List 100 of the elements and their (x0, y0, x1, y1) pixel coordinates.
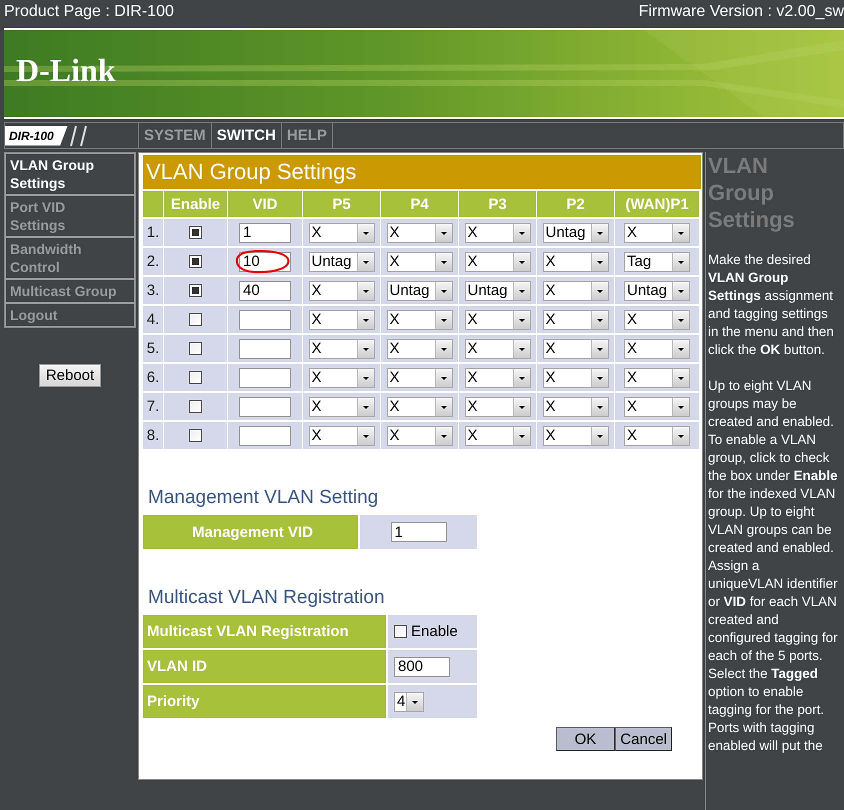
port-select[interactable]: X (624, 310, 690, 330)
sidebar-item[interactable]: Bandwidth Control (5, 237, 135, 279)
caret-icon (672, 398, 689, 416)
caret-icon (434, 426, 452, 444)
port-select[interactable]: X (308, 396, 374, 416)
column-header: Enable (163, 191, 227, 217)
port-select[interactable]: X (624, 368, 690, 388)
column-header: P4 (380, 191, 458, 217)
port-select[interactable]: X (464, 222, 530, 242)
port-select[interactable]: Untag (624, 280, 690, 300)
port-select[interactable]: X (542, 368, 608, 388)
vid-field[interactable] (239, 338, 291, 358)
field-label: Priority (143, 685, 386, 718)
header-cell (143, 191, 163, 217)
port-select[interactable]: X (308, 310, 374, 330)
port-select[interactable]: X (386, 222, 452, 242)
caret-icon (590, 252, 608, 270)
caret-icon (356, 426, 374, 444)
vid-field[interactable] (239, 396, 291, 416)
caret-icon (356, 398, 374, 416)
column-header: P2 (536, 191, 614, 217)
enable-checkbox[interactable] (189, 342, 202, 355)
field-label: Multicast VLAN Registration (143, 615, 386, 648)
port-select[interactable]: X (542, 338, 608, 358)
reboot-button[interactable]: Reboot (38, 364, 102, 387)
column-header: P5 (302, 191, 380, 217)
port-select[interactable]: X (308, 368, 374, 388)
caret-icon (672, 282, 689, 300)
nav-tab[interactable]: HELP (282, 122, 333, 149)
ok-button[interactable]: OK (556, 727, 616, 751)
management-vid-field[interactable]: 1 (390, 522, 446, 542)
enable-checkbox[interactable] (189, 371, 202, 384)
port-select[interactable]: X (464, 368, 530, 388)
port-select[interactable]: Tag (624, 252, 690, 272)
column-header: P3 (458, 191, 536, 217)
port-select[interactable]: Untag (542, 222, 608, 242)
help-title: VLAN Group Settings (708, 152, 796, 233)
port-select[interactable]: X (308, 222, 374, 242)
port-select[interactable]: X (624, 338, 690, 358)
sidebar-item[interactable]: VLAN Group Settings (5, 153, 135, 195)
enable-checkbox[interactable] (189, 429, 202, 442)
enable-checkbox[interactable] (189, 400, 202, 413)
port-select[interactable]: X (386, 338, 452, 358)
caret-icon (512, 368, 530, 386)
port-select[interactable]: X (308, 280, 374, 300)
caret-icon (590, 368, 608, 386)
field-label: Management VID (143, 515, 358, 549)
port-select[interactable]: X (386, 426, 452, 446)
enable-checkbox[interactable] (189, 255, 202, 268)
sidebar-item[interactable]: Multicast Group (5, 279, 135, 303)
enable-checkbox[interactable] (189, 226, 202, 239)
port-select[interactable]: X (386, 252, 452, 272)
port-select[interactable]: X (464, 338, 530, 358)
port-select[interactable]: Untag (308, 252, 374, 272)
caret-icon (512, 398, 530, 416)
port-select[interactable]: X (624, 426, 690, 446)
vid-field[interactable]: 40 (239, 280, 291, 300)
cancel-button[interactable]: Cancel (615, 727, 672, 751)
caret-icon (356, 340, 374, 358)
column-header: (WAN)P1 (614, 191, 699, 217)
priority-select[interactable]: 4 (394, 692, 424, 712)
port-select[interactable]: Untag (464, 280, 530, 300)
model-label: DIR-100 (5, 126, 68, 146)
port-select[interactable]: X (464, 396, 530, 416)
product-title: Product Page : DIR-100 (4, 3, 174, 21)
row-number: 1. (146, 224, 160, 241)
vid-field[interactable] (239, 426, 291, 446)
vid-field[interactable] (239, 310, 291, 330)
port-select[interactable]: X (308, 426, 374, 446)
nav-tab[interactable]: SWITCH (212, 122, 282, 149)
row-number: 5. (146, 340, 160, 357)
sidebar-item[interactable]: Logout (5, 303, 135, 327)
enable-checkbox[interactable] (189, 284, 202, 297)
caret-icon (356, 282, 374, 300)
caret-icon (590, 224, 608, 242)
vlan-id-field[interactable]: 800 (394, 656, 450, 676)
port-select[interactable]: Untag (386, 280, 452, 300)
port-select[interactable]: X (386, 310, 452, 330)
vid-field[interactable]: 1 (239, 222, 291, 242)
port-select[interactable]: X (624, 396, 690, 416)
vid-field[interactable] (239, 368, 291, 388)
port-select[interactable]: X (542, 252, 608, 272)
port-select[interactable]: X (386, 396, 452, 416)
port-select[interactable]: X (386, 368, 452, 388)
caret-icon (434, 340, 452, 358)
port-select[interactable]: X (542, 396, 608, 416)
sidebar-item[interactable]: Port VID Settings (5, 195, 135, 237)
port-select[interactable]: X (308, 338, 374, 358)
row-number: 2. (146, 253, 160, 270)
port-select[interactable]: X (542, 280, 608, 300)
port-select[interactable]: X (464, 310, 530, 330)
enable-checkbox[interactable] (189, 313, 202, 326)
caret-icon (590, 340, 608, 358)
port-select[interactable]: X (542, 310, 608, 330)
nav-tab[interactable]: SYSTEM (139, 122, 212, 149)
caret-icon (406, 692, 423, 710)
port-select[interactable]: X (542, 426, 608, 446)
port-select[interactable]: X (464, 252, 530, 272)
port-select[interactable]: X (464, 426, 530, 446)
port-select[interactable]: X (624, 222, 690, 242)
